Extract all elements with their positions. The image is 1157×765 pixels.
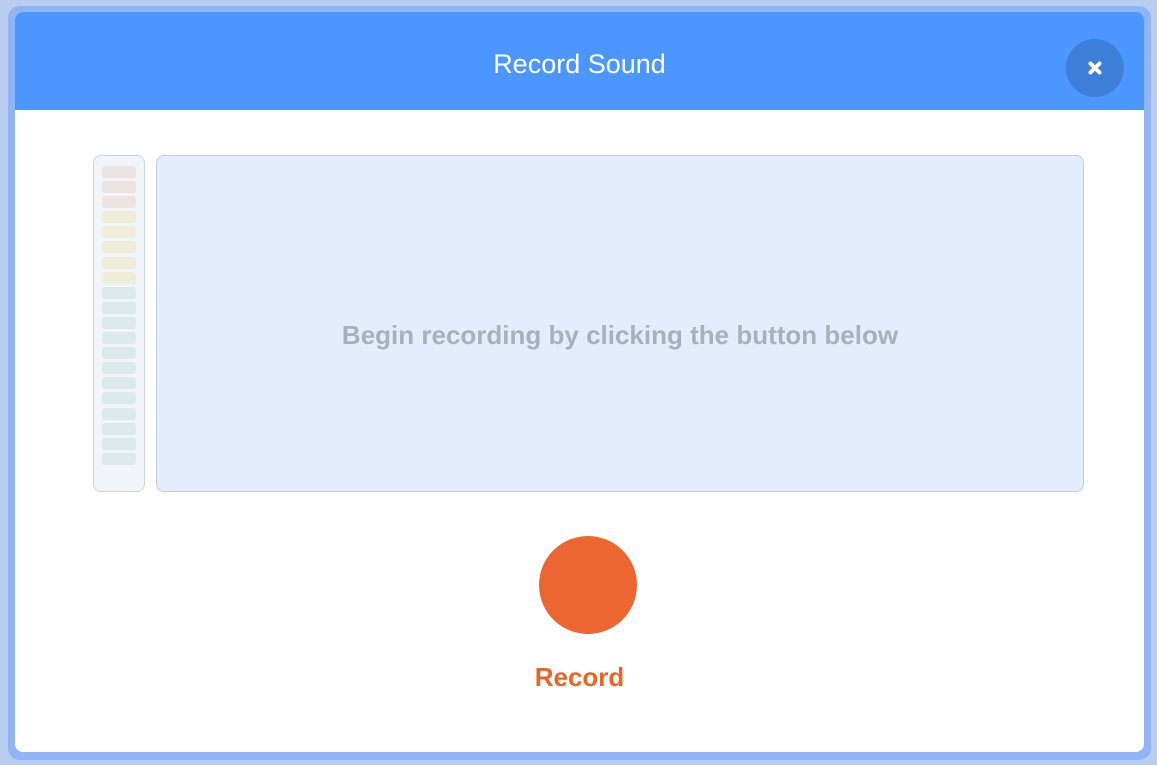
meter-segment-green xyxy=(102,377,136,390)
meter-segment-green xyxy=(102,392,136,405)
input-level-meter xyxy=(93,155,145,492)
dialog-header: Record Sound xyxy=(15,12,1144,110)
meter-segment-green xyxy=(102,437,136,450)
modal-frame: Record Sound Begin recording by clicking… xyxy=(8,6,1151,760)
meter-segment-green xyxy=(102,452,136,465)
meter-segment-green xyxy=(102,362,136,375)
meter-segment-green xyxy=(102,316,136,329)
meter-segment-red xyxy=(102,196,136,209)
dialog-title: Record Sound xyxy=(493,49,666,79)
meter-segment-green xyxy=(102,332,136,345)
record-sound-dialog: Record Sound Begin recording by clicking… xyxy=(15,12,1144,752)
meter-segment-red xyxy=(102,166,136,178)
record-label[interactable]: Record xyxy=(15,662,1144,693)
meter-segment-yellow xyxy=(102,211,136,224)
meter-segment-green xyxy=(102,347,136,360)
meter-segment-green xyxy=(102,407,136,420)
meter-segment-yellow xyxy=(102,241,136,254)
meter-segment-green xyxy=(102,301,136,314)
waveform-hint: Begin recording by clicking the button b… xyxy=(341,320,899,350)
record-button[interactable] xyxy=(539,536,637,634)
meter-segment-green xyxy=(102,286,136,299)
meter-segment-yellow xyxy=(102,226,136,239)
waveform-area: Begin recording by clicking the button b… xyxy=(156,155,1084,492)
meter-segment-red xyxy=(102,181,136,194)
meter-segment-green xyxy=(102,422,136,435)
close-button[interactable] xyxy=(1066,39,1124,97)
meter-segment-yellow xyxy=(102,271,136,284)
meter-segment-yellow xyxy=(102,256,136,269)
close-icon xyxy=(1088,61,1102,75)
